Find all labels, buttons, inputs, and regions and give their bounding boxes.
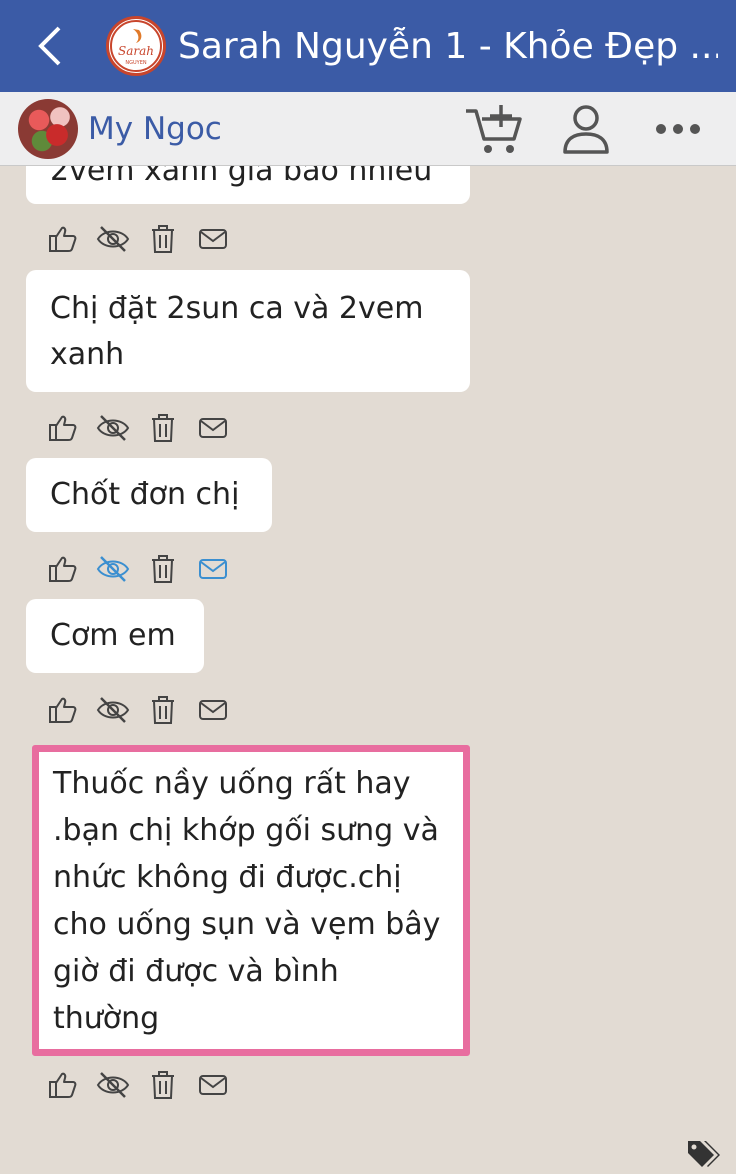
message-text: Cơm em [50,618,176,653]
like-button[interactable] [46,552,80,586]
svg-text:Sarah: Sarah [118,44,154,58]
hide-icon [96,556,130,582]
message-actions [46,693,230,727]
hide-icon [96,226,130,252]
hide-icon [96,697,130,723]
envelope-icon [199,700,227,720]
message-line: Chị đặt 2sun ca và 2vem [50,291,424,326]
trash-icon [152,1071,174,1099]
like-button[interactable] [46,222,80,256]
message-line: giờ đi được và bình [53,954,339,989]
back-chevron-icon [38,26,61,66]
message-text: Chốt đơn chị [50,477,240,512]
trash-icon [152,555,174,583]
user-name[interactable]: My Ngoc [88,111,222,147]
message-button[interactable] [196,693,230,727]
delete-button[interactable] [146,411,180,445]
message-button[interactable] [196,411,230,445]
like-button[interactable] [46,1068,80,1102]
tag-icon [688,1141,720,1167]
envelope-icon [199,559,227,579]
delete-button[interactable] [146,693,180,727]
like-button[interactable] [46,693,80,727]
cart-add-icon [466,105,522,153]
message-line: thường [53,1001,160,1036]
delete-button[interactable] [146,222,180,256]
logo-emblem: Sarah NGUYEN [110,20,162,72]
profile-actions [464,92,736,166]
hide-button[interactable] [96,1068,130,1102]
envelope-icon [199,1075,227,1095]
envelope-icon [199,229,227,249]
hide-icon [96,1072,130,1098]
thumbs-up-icon [49,697,77,723]
hide-button[interactable] [96,222,130,256]
thumbs-up-icon [49,556,77,582]
hide-button[interactable] [96,552,130,586]
message-line: cho uống sụn và vẹm bây [53,907,441,942]
thumbs-up-icon [49,1072,77,1098]
more-icon [656,124,700,134]
hide-button[interactable] [96,693,130,727]
delete-button[interactable] [146,1068,180,1102]
like-button[interactable] [46,411,80,445]
thumbs-up-icon [49,415,77,441]
page-title: Sarah Nguyễn 1 - Khỏe Đẹp ... [178,25,718,67]
message-button[interactable] [196,1068,230,1102]
more-button[interactable] [648,99,708,159]
delete-button[interactable] [146,552,180,586]
message-button[interactable] [196,552,230,586]
highlighted-message-bubble: Thuốc nầy uống rất hay .bạn chị khớp gối… [32,745,470,1056]
trash-icon [152,225,174,253]
page-logo[interactable]: Sarah NGUYEN [106,16,166,76]
message-actions [46,1068,230,1102]
profile-bar: My Ngoc [0,92,736,166]
message-line: nhức không đi được.chị [53,860,402,895]
profile-button[interactable] [556,99,616,159]
message-button[interactable] [196,222,230,256]
svg-text:NGUYEN: NGUYEN [125,60,146,66]
message-bubble: Chị đặt 2sun ca và 2vem xanh [26,270,470,392]
trash-icon [152,696,174,724]
thumbs-up-icon [49,226,77,252]
message-actions [46,411,230,445]
avatar[interactable] [18,98,78,159]
hide-button[interactable] [96,411,130,445]
message-bubble: 2vem xanh giá bao nhiêu [26,166,470,204]
message-line: xanh [50,337,125,372]
message-line: .bạn chị khớp gối sưng và [53,813,439,848]
message-bubble: Cơm em [26,599,204,673]
hide-icon [96,415,130,441]
trash-icon [152,414,174,442]
message-actions [46,222,230,256]
person-icon [563,105,609,154]
message-text: 2vem xanh giá bao nhiêu [50,166,433,188]
message-list[interactable]: 2vem xanh giá bao nhiêu Chị đặt 2sun ca … [0,166,736,1174]
envelope-icon [199,418,227,438]
message-bubble: Chốt đơn chị [26,458,272,532]
add-to-cart-button[interactable] [464,99,524,159]
message-actions [46,552,230,586]
back-button[interactable] [0,0,100,92]
top-bar: Sarah NGUYEN Sarah Nguyễn 1 - Khỏe Đẹp .… [0,0,736,92]
message-line: Thuốc nầy uống rất hay [53,766,411,801]
tag-button[interactable] [686,1138,722,1170]
